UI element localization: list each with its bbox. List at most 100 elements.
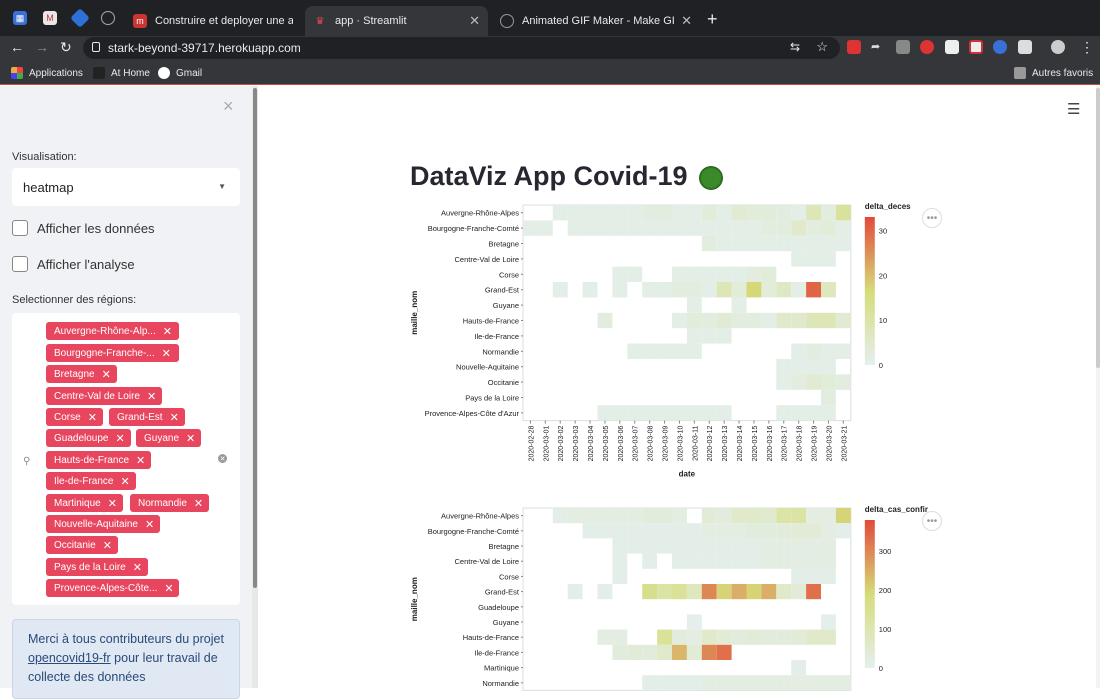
remove-tag-icon[interactable]: ✕ [103, 539, 112, 552]
heatmap-cell [776, 508, 792, 524]
region-tag[interactable]: Bourgogne-Franche-... ✕ [46, 344, 179, 362]
y-tick-label: Bretagne [489, 542, 519, 551]
remove-tag-icon[interactable]: ✕ [145, 518, 154, 531]
region-tag[interactable]: Corse ✕ [46, 408, 103, 426]
extension-icon[interactable] [993, 40, 1007, 54]
bookmark-gmail[interactable]: Gmail [158, 67, 202, 79]
region-tag[interactable]: Hauts-de-France ✕ [46, 451, 152, 469]
chart-actions-icon[interactable]: ••• [922, 511, 942, 531]
y-tick-label: Centre-Val de Loire [455, 255, 519, 264]
extension-icon[interactable] [1018, 40, 1032, 54]
extension-icon[interactable] [920, 40, 934, 54]
search-icon: ⚲ [23, 456, 31, 467]
address-bar[interactable]: stark-beyond-39717.herokuapp.com ⇆ ☆ [83, 37, 840, 59]
checkbox-box[interactable] [12, 256, 28, 272]
calendar-icon[interactable]: ▦ [13, 11, 27, 25]
url-text: stark-beyond-39717.herokuapp.com [108, 41, 301, 55]
heatmap-cell [582, 220, 598, 236]
heatmap-cell [731, 508, 747, 524]
other-bookmarks[interactable]: Autres favoris [1014, 67, 1093, 79]
heatmap-cell [731, 629, 747, 645]
remove-tag-icon[interactable]: ✕ [136, 454, 145, 467]
region-tag[interactable]: Guadeloupe ✕ [46, 429, 131, 447]
remove-tag-icon[interactable]: ✕ [164, 582, 173, 595]
y-tick-label: Centre-Val de Loire [455, 557, 519, 566]
region-tag[interactable]: Normandie ✕ [130, 494, 210, 512]
remove-tag-icon[interactable]: ✕ [88, 411, 97, 424]
x-tick-label: 2020-03-02 [558, 425, 565, 461]
new-tab-icon[interactable]: + [707, 9, 718, 30]
heatmap-cell [597, 312, 613, 329]
heatmap-cell [657, 405, 672, 421]
y-tick-label: Guyane [493, 618, 519, 627]
star-icon[interactable]: ☆ [816, 39, 828, 55]
heatmap-cell [657, 644, 672, 660]
remove-tag-icon[interactable]: ✕ [147, 390, 156, 403]
heatmap-cell [835, 508, 851, 524]
region-tag[interactable]: Grand-Est ✕ [109, 408, 185, 426]
remove-tag-icon[interactable]: ✕ [102, 368, 111, 381]
remove-tag-icon[interactable]: ✕ [194, 497, 203, 510]
remove-tag-icon[interactable]: ✕ [120, 475, 129, 488]
main-scrollbar[interactable] [1096, 86, 1100, 688]
close-tab-icon[interactable]: ✕ [681, 13, 692, 29]
translate-icon[interactable]: ⇆ [790, 40, 800, 54]
heatmap-cell [821, 343, 836, 359]
reload-icon[interactable]: ↻ [60, 39, 72, 56]
avatar[interactable] [1051, 40, 1065, 54]
region-tag[interactable]: Centre-Val de Loire ✕ [46, 387, 163, 405]
region-tag[interactable]: Ile-de-France ✕ [46, 472, 136, 490]
tab-streamlit[interactable]: ♛ app · Streamlit ✕ [305, 6, 488, 36]
region-tag[interactable]: Nouvelle-Aquitaine ✕ [46, 515, 161, 533]
y-tick-label: Pays de la Loire [465, 394, 519, 403]
y-tick-label: Normandie [482, 347, 519, 356]
region-tag[interactable]: Guyane ✕ [136, 429, 202, 447]
heatmap-cell [761, 220, 777, 236]
heatmap-cell [701, 266, 717, 282]
remove-tag-icon[interactable]: ✕ [162, 347, 171, 360]
camera-icon[interactable] [896, 40, 910, 54]
remove-tag-icon[interactable]: ✕ [133, 561, 142, 574]
checkbox-box[interactable] [12, 220, 28, 236]
remove-tag-icon[interactable]: ✕ [163, 325, 172, 338]
heatmap-cell [821, 675, 836, 691]
region-tag[interactable]: Auvergne-Rhône-Alp... ✕ [46, 322, 179, 340]
region-tag[interactable]: Martinique ✕ [46, 494, 123, 512]
remove-tag-icon[interactable]: ✕ [170, 411, 179, 424]
gmail-icon[interactable]: M [43, 11, 57, 25]
heatmap-cell [612, 644, 628, 660]
region-tag[interactable]: Pays de la Loire ✕ [46, 558, 148, 576]
jira-icon[interactable] [70, 8, 90, 28]
heatmap-cell [672, 266, 687, 282]
checkbox-show-analysis[interactable]: Afficher l'analyse [12, 256, 135, 272]
back-icon[interactable]: ← [10, 39, 24, 55]
chart-actions-icon[interactable]: ••• [922, 208, 942, 228]
hamburger-menu-icon[interactable]: ☰ [1067, 100, 1080, 118]
checkbox-show-data[interactable]: Afficher les données [12, 220, 155, 236]
close-sidebar-icon[interactable]: × [223, 96, 234, 117]
legend-title: delta_cas_confirmes [865, 505, 928, 514]
remove-tag-icon[interactable]: ✕ [186, 432, 195, 445]
extension-icon[interactable] [945, 40, 959, 54]
regions-multiselect[interactable]: Auvergne-Rhône-Alp... ✕ Bourgogne-Franche… [12, 313, 240, 605]
bookmark-at-home[interactable]: At Home [93, 67, 150, 79]
remove-tag-icon[interactable]: ✕ [108, 497, 117, 510]
remove-tag-icon[interactable]: ✕ [116, 432, 125, 445]
tab-gif-maker[interactable]: Animated GIF Maker - Make GIFs ✕ [492, 6, 700, 36]
clear-all-icon[interactable]: ✕ [218, 454, 227, 463]
region-tag[interactable]: Bretagne ✕ [46, 365, 117, 383]
visualisation-select[interactable]: heatmap ▼ [12, 168, 240, 206]
tab-construire[interactable]: m Construire et deployer une applic [125, 6, 301, 36]
browser-menu-icon[interactable]: ⋮ [1080, 39, 1094, 56]
extension-icon[interactable] [847, 40, 861, 54]
extension-icon[interactable] [969, 40, 983, 54]
share-icon[interactable]: ➦ [871, 40, 885, 54]
opencovid-link[interactable]: opencovid19-fr [28, 651, 111, 665]
forward-icon[interactable]: → [35, 39, 49, 55]
info-box: Merci à tous contributeurs du projet ope… [12, 619, 240, 699]
bookmark-applications[interactable]: Applications [11, 67, 83, 79]
region-tag[interactable]: Provence-Alpes-Côte... ✕ [46, 579, 179, 597]
globe-icon[interactable] [101, 11, 115, 25]
close-tab-icon[interactable]: ✕ [469, 13, 480, 29]
region-tag[interactable]: Occitanie ✕ [46, 536, 118, 554]
